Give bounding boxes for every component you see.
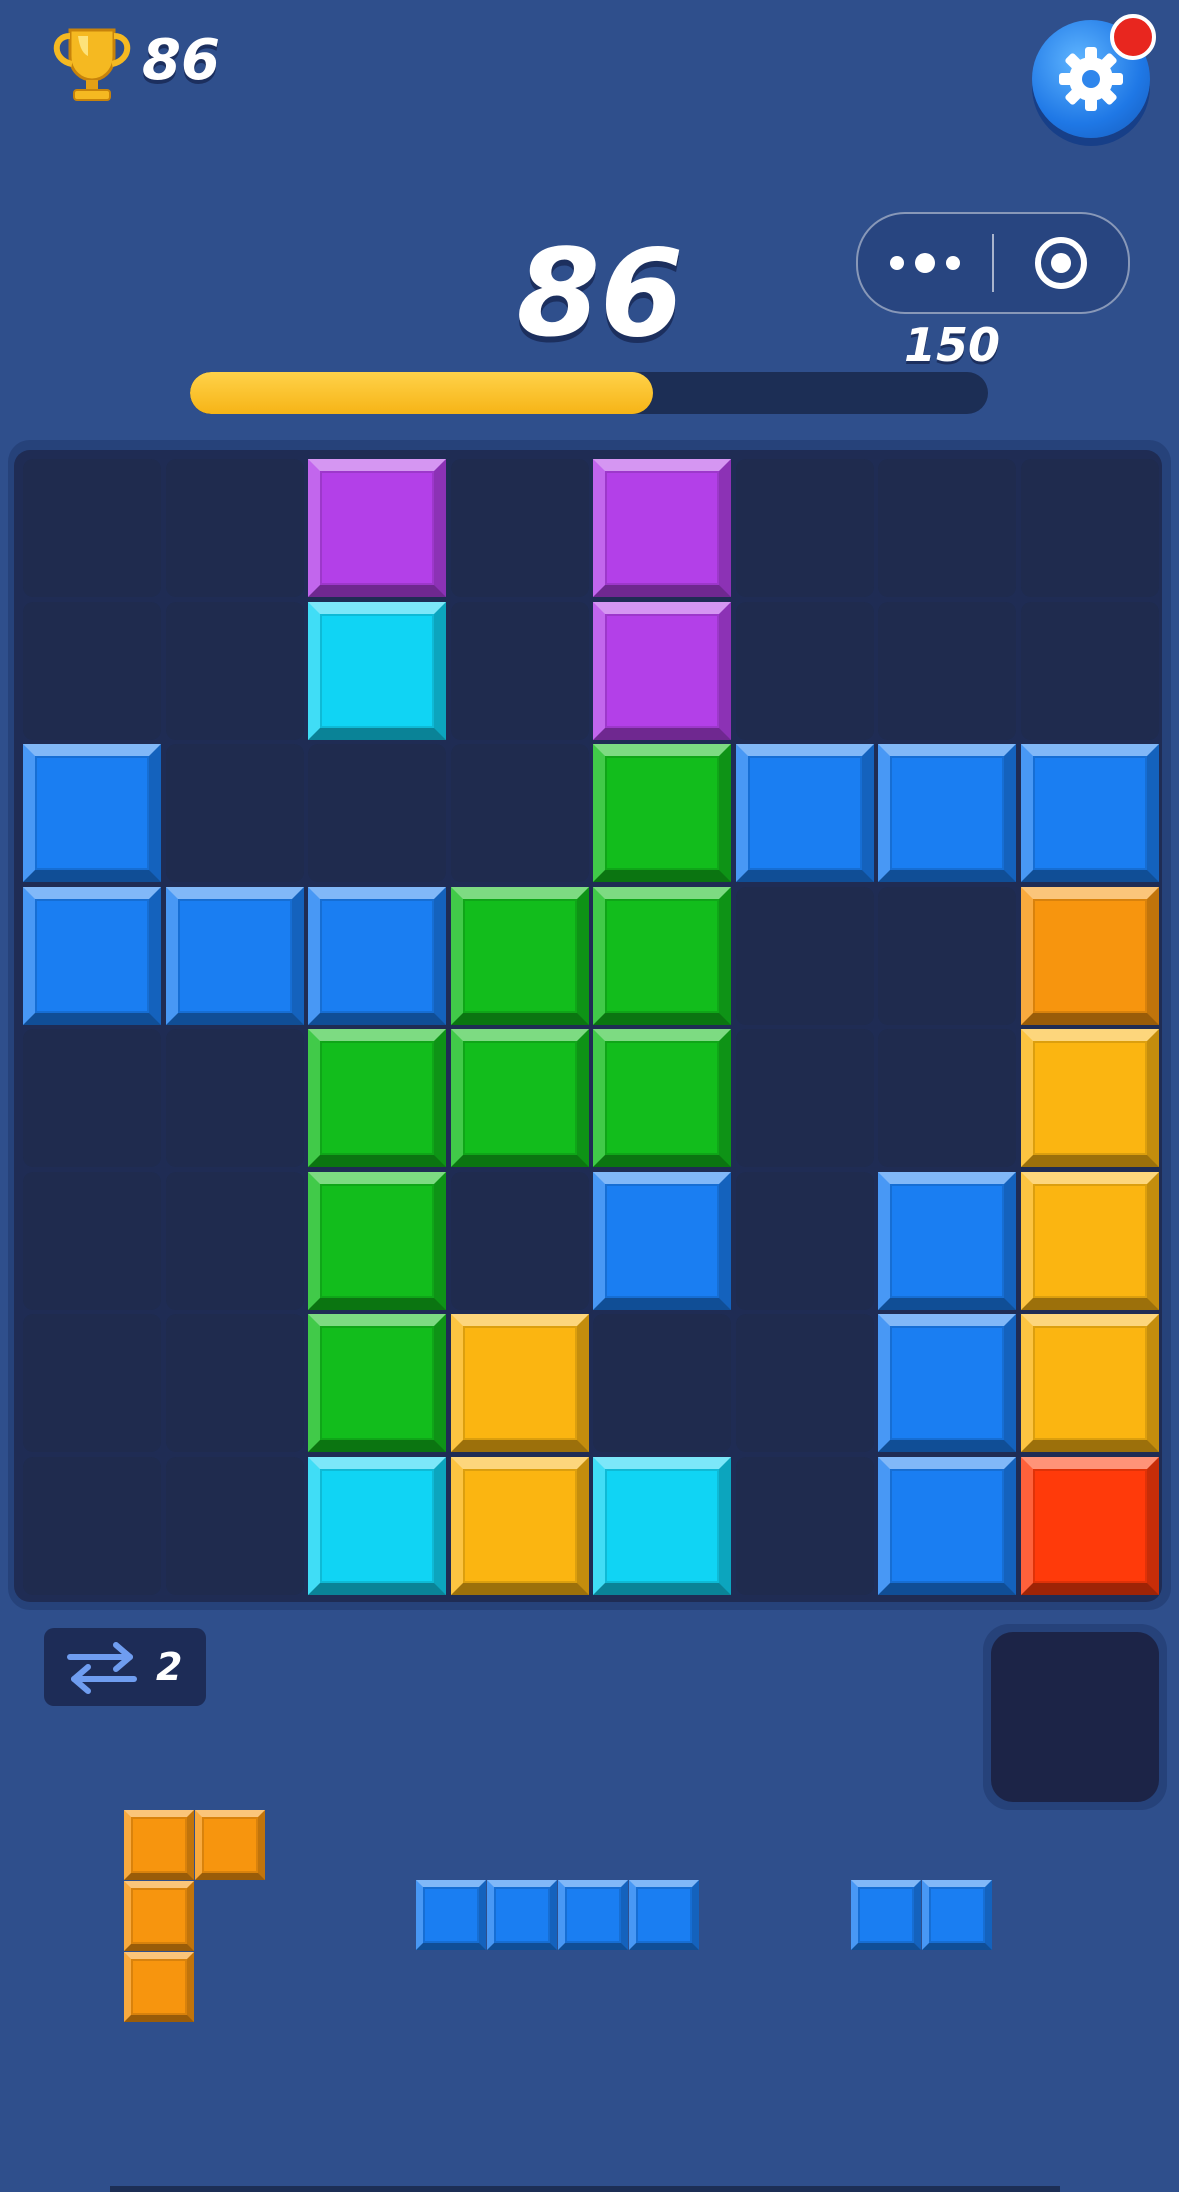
game-board[interactable] <box>14 450 1162 1602</box>
block-amber <box>450 1456 589 1595</box>
block-cyan <box>308 1456 446 1595</box>
swap-button[interactable]: 2 <box>44 1628 206 1706</box>
piece-i4-blue[interactable] <box>416 1880 700 1951</box>
board-cell <box>23 1314 161 1452</box>
trophy-icon <box>44 26 140 106</box>
block-blue <box>308 886 446 1025</box>
more-button[interactable] <box>858 253 992 273</box>
board-cell <box>308 744 446 882</box>
block-blue <box>878 744 1016 882</box>
block-green <box>308 1314 446 1452</box>
board-cell <box>735 1029 874 1167</box>
piece-block <box>124 1881 194 1951</box>
block-blue <box>23 886 161 1025</box>
swap-count: 2 <box>156 1645 183 1689</box>
block-red <box>1020 1456 1159 1595</box>
piece-block <box>124 1952 194 2022</box>
gear-icon <box>1059 47 1123 111</box>
block-amber <box>450 1314 589 1452</box>
board-cell <box>450 744 589 882</box>
piece-i2-blue[interactable] <box>851 1880 993 1951</box>
target-circle-icon <box>1035 237 1087 289</box>
piece-block <box>487 1880 557 1950</box>
block-blue <box>878 1456 1016 1595</box>
board-cell <box>878 1029 1016 1167</box>
block-green <box>593 744 731 882</box>
piece-block <box>851 1880 921 1950</box>
board-cell <box>23 459 161 597</box>
board-cell <box>450 1171 589 1310</box>
block-blue <box>23 744 161 882</box>
board-cell <box>735 1314 874 1452</box>
piece-block <box>922 1880 992 1950</box>
board-cell <box>735 886 874 1025</box>
target-score: 150 <box>903 318 1000 372</box>
board-cell <box>165 1314 304 1452</box>
board-cell <box>735 1171 874 1310</box>
block-blue <box>878 1314 1016 1452</box>
block-green <box>450 886 589 1025</box>
block-amber <box>1020 1029 1159 1167</box>
notification-dot <box>1110 14 1156 60</box>
piece-block <box>416 1880 486 1950</box>
block-blue <box>1020 744 1159 882</box>
board-cell <box>450 601 589 740</box>
board-cell <box>23 1171 161 1310</box>
board-cell <box>593 1314 731 1452</box>
block-blue <box>735 744 874 882</box>
block-amber <box>1020 1171 1159 1310</box>
block-blue <box>165 886 304 1025</box>
progress-bar <box>190 372 988 414</box>
block-cyan <box>308 601 446 740</box>
board-cell <box>165 744 304 882</box>
board-cell <box>165 601 304 740</box>
block-green <box>593 886 731 1025</box>
piece-block <box>629 1880 699 1950</box>
board-cell <box>878 459 1016 597</box>
block-green <box>450 1029 589 1167</box>
block-green <box>308 1029 446 1167</box>
piece-block <box>558 1880 628 1950</box>
piece-l-orange[interactable] <box>124 1810 266 2023</box>
block-purple <box>308 459 446 597</box>
block-purple <box>593 601 731 740</box>
block-green <box>308 1171 446 1310</box>
board-cell <box>165 1456 304 1595</box>
current-score: 86 <box>516 225 684 364</box>
block-orange <box>1020 886 1159 1025</box>
progress-fill <box>190 372 653 414</box>
block-blue <box>878 1171 1016 1310</box>
best-score: 86 <box>142 28 220 93</box>
board-cell <box>23 601 161 740</box>
board-cell <box>165 1029 304 1167</box>
board-cell <box>735 1456 874 1595</box>
board-cell <box>1020 459 1159 597</box>
piece-block <box>195 1810 265 1880</box>
board-cell <box>165 459 304 597</box>
more-dots-icon <box>890 253 960 273</box>
board-cell <box>1020 601 1159 740</box>
board-cell <box>23 1029 161 1167</box>
board-cell <box>23 1456 161 1595</box>
block-blue <box>593 1171 731 1310</box>
block-cyan <box>593 1456 731 1595</box>
board-cell <box>450 459 589 597</box>
home-indicator <box>110 2186 1060 2192</box>
block-amber <box>1020 1314 1159 1452</box>
close-button[interactable] <box>994 235 1128 291</box>
piece-block <box>124 1810 194 1880</box>
block-green <box>593 1029 731 1167</box>
board-cell <box>165 1171 304 1310</box>
board-cell <box>878 886 1016 1025</box>
swap-arrows-icon <box>67 1642 137 1694</box>
block-purple <box>593 459 731 597</box>
board-cell <box>735 601 874 740</box>
board-cell <box>735 459 874 597</box>
mini-program-capsule <box>856 212 1130 314</box>
hold-slot[interactable] <box>991 1632 1159 1802</box>
board-cell <box>878 601 1016 740</box>
